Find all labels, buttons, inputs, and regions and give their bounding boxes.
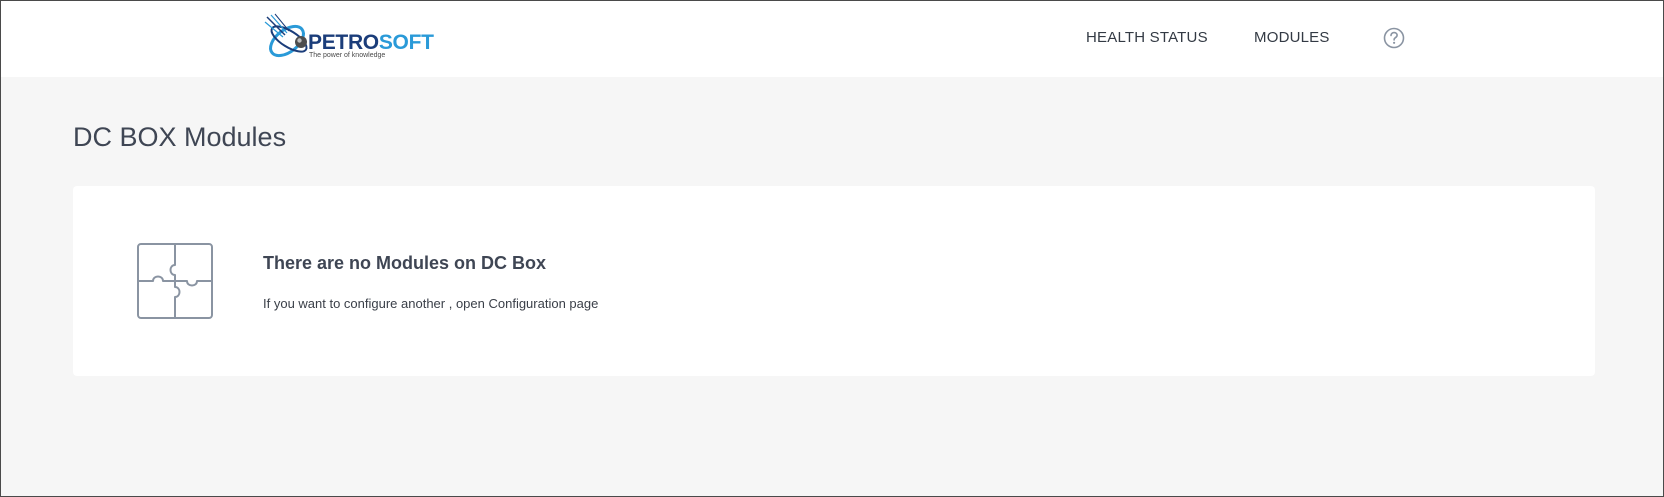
page-title: DC BOX Modules: [73, 122, 287, 152]
top-header: PETROSOFT The power of knowledge HEALTH …: [1, 1, 1663, 77]
empty-state-title: There are no Modules on DC Box: [263, 253, 547, 273]
logo-word-petro: PETRO: [308, 31, 379, 54]
logo-word-soft: SOFT: [378, 31, 434, 54]
puzzle-icon: [135, 241, 215, 321]
nav-health-status[interactable]: HEALTH STATUS: [1086, 29, 1208, 47]
petrosoft-logo[interactable]: PETROSOFT The power of knowledge: [263, 13, 453, 65]
app-window: PETROSOFT The power of knowledge HEALTH …: [0, 0, 1664, 497]
logo-tagline: The power of knowledge: [309, 52, 386, 59]
empty-state-message: If you want to configure another , open …: [263, 296, 599, 311]
nav-modules[interactable]: MODULES: [1254, 29, 1330, 47]
logo-wordmark: PETROSOFT: [308, 32, 434, 54]
empty-state-card: There are no Modules on DC Box If you wa…: [73, 186, 1595, 376]
help-circle-icon[interactable]: [1383, 27, 1405, 49]
